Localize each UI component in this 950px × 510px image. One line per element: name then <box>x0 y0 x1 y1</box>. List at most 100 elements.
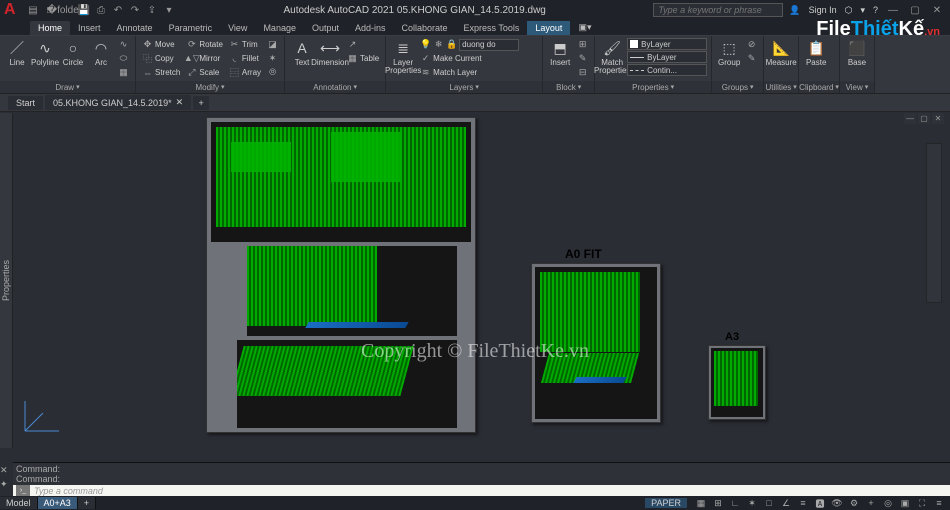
tab-expresstools[interactable]: Express Tools <box>456 21 528 35</box>
groupedit-button[interactable]: ✎ <box>744 52 759 65</box>
annoscale-icon[interactable]: 🅰 <box>813 498 827 509</box>
arc-button[interactable]: ◠Arc <box>88 38 114 67</box>
help-icon[interactable]: ? <box>873 5 878 15</box>
annomon-icon[interactable]: + <box>864 498 878 509</box>
properties-palette-tab[interactable]: Properties <box>0 113 13 448</box>
offset-button[interactable]: ⦾ <box>265 66 280 79</box>
layer-properties-button[interactable]: ≣Layer Properties <box>390 38 416 75</box>
viewport-3[interactable] <box>237 340 457 428</box>
create-block-button[interactable]: ⊞ <box>575 38 590 51</box>
scale-button[interactable]: ⤢Scale <box>184 66 225 79</box>
panel-clipboard-label[interactable]: Clipboard <box>799 81 839 93</box>
viewport-1[interactable] <box>211 122 471 242</box>
rotate-button[interactable]: ⟳Rotate <box>184 38 225 51</box>
close-tab-icon[interactable]: ✕ <box>176 97 184 108</box>
tab-parametric[interactable]: Parametric <box>161 21 221 35</box>
lineweight-combo[interactable]: ByLayer <box>627 51 707 63</box>
current-layer-combo[interactable]: duong do <box>459 39 519 51</box>
undo-icon[interactable]: ↶ <box>111 3 125 17</box>
circle-button[interactable]: ○Circle <box>60 38 86 67</box>
measure-button[interactable]: 📐Measure <box>768 38 794 67</box>
qat-dropdown-icon[interactable]: ▾ <box>162 3 176 17</box>
doc-close-button[interactable]: ✕ <box>932 113 944 124</box>
panel-draw-label[interactable]: Draw <box>0 81 135 93</box>
make-current-button[interactable]: ✓Make Current <box>418 52 538 65</box>
tab-manage[interactable]: Manage <box>255 21 304 35</box>
user-icon[interactable]: 👤 <box>789 5 800 16</box>
ellipse-button[interactable]: ⬭ <box>116 52 131 65</box>
tab-view[interactable]: View <box>220 21 255 35</box>
hatch-button[interactable]: ▦ <box>116 66 131 79</box>
file-tab-start[interactable]: Start <box>8 96 43 110</box>
redo-icon[interactable]: ↷ <box>128 3 142 17</box>
tab-insert[interactable]: Insert <box>70 21 109 35</box>
panel-utilities-label[interactable]: Utilities <box>764 81 798 93</box>
move-button[interactable]: ✥Move <box>140 38 182 51</box>
hardware-icon[interactable]: ▣ <box>898 498 912 509</box>
lwt-icon[interactable]: ≡ <box>796 498 810 509</box>
match-layer-button[interactable]: ≋Match Layer <box>418 66 538 79</box>
customize-icon[interactable]: ≡ <box>932 498 946 509</box>
annovisibility-icon[interactable]: 👁 <box>830 498 844 509</box>
saveas-icon[interactable]: ⎙ <box>94 3 108 17</box>
table-button[interactable]: ▦Table <box>345 52 381 65</box>
erase-button[interactable]: ◪ <box>265 38 280 51</box>
ortho-icon[interactable]: ∟ <box>728 498 742 509</box>
dropdown-icon[interactable]: ▾ <box>860 5 865 16</box>
share-icon[interactable]: ⇪ <box>145 3 159 17</box>
panel-properties-label[interactable]: Properties <box>595 81 711 93</box>
viewport-2[interactable] <box>247 246 457 336</box>
help-search-input[interactable] <box>653 3 783 17</box>
tab-output[interactable]: Output <box>304 21 347 35</box>
viewport-5[interactable] <box>711 348 763 417</box>
attr-button[interactable]: ⊟ <box>575 66 590 79</box>
file-tab-add[interactable]: + <box>193 96 209 110</box>
trim-button[interactable]: ✂Trim <box>227 38 263 51</box>
insert-button[interactable]: ⬒Insert <box>547 38 573 67</box>
cmd-options-icon[interactable]: ✦ <box>0 479 11 490</box>
sign-in-link[interactable]: Sign In <box>809 5 837 15</box>
open-icon[interactable]: �folders <box>60 3 74 17</box>
panel-view-label[interactable]: View <box>840 81 874 93</box>
color-combo[interactable]: ByLayer <box>627 38 707 50</box>
panel-block-label[interactable]: Block <box>543 81 594 93</box>
grid-icon[interactable]: ▦ <box>694 498 708 509</box>
snap-icon[interactable]: ⊞ <box>711 498 725 509</box>
match-properties-button[interactable]: 🖌Match Properties <box>599 38 625 75</box>
tab-layout[interactable]: Layout <box>527 21 570 35</box>
close-button[interactable]: ✕ <box>928 3 946 17</box>
layout-tab-model[interactable]: Model <box>0 497 38 509</box>
doc-maximize-button[interactable]: ▢ <box>918 113 930 124</box>
leader-button[interactable]: ↗ <box>345 38 381 51</box>
paste-button[interactable]: 📋Paste <box>803 38 829 67</box>
fillet-button[interactable]: ◟Fillet <box>227 52 263 65</box>
space-toggle[interactable]: PAPER <box>645 498 687 508</box>
command-input[interactable]: ›_ Type a command <box>13 485 950 496</box>
bulb-icon[interactable]: 💡 <box>420 39 431 50</box>
tab-collaborate[interactable]: Collaborate <box>394 21 456 35</box>
linetype-combo[interactable]: Contin... <box>627 64 707 76</box>
tab-addins[interactable]: Add-ins <box>347 21 394 35</box>
maximize-button[interactable]: ▢ <box>906 3 924 17</box>
osnap-icon[interactable]: □ <box>762 498 776 509</box>
panel-groups-label[interactable]: Groups <box>712 81 763 93</box>
tab-home[interactable]: Home <box>30 21 70 35</box>
edit-block-button[interactable]: ✎ <box>575 52 590 65</box>
spline-button[interactable]: ∿ <box>116 38 131 51</box>
explode-button[interactable]: ✶ <box>265 52 280 65</box>
file-tab-document[interactable]: 05.KHONG GIAN_14.5.2019*✕ <box>45 95 191 110</box>
layout-tab-current[interactable]: A0+A3 <box>38 497 78 509</box>
doc-minimize-button[interactable]: — <box>904 113 916 124</box>
panel-modify-label[interactable]: Modify <box>136 81 284 93</box>
workspace-icon[interactable]: ⚙ <box>847 498 861 509</box>
otrack-icon[interactable]: ∠ <box>779 498 793 509</box>
ungroup-button[interactable]: ⊘ <box>744 38 759 51</box>
isolate-icon[interactable]: ◎ <box>881 498 895 509</box>
save-icon[interactable]: 💾 <box>77 3 91 17</box>
line-button[interactable]: ／Line <box>4 38 30 67</box>
layout-tab-add[interactable]: + <box>78 497 96 509</box>
copy-button[interactable]: ⿻Copy <box>140 52 182 65</box>
panel-layers-label[interactable]: Layers <box>386 81 542 93</box>
tab-annotate[interactable]: Annotate <box>109 21 161 35</box>
drawing-canvas[interactable]: — ▢ ✕ A0 FIT A3 <box>13 113 950 448</box>
